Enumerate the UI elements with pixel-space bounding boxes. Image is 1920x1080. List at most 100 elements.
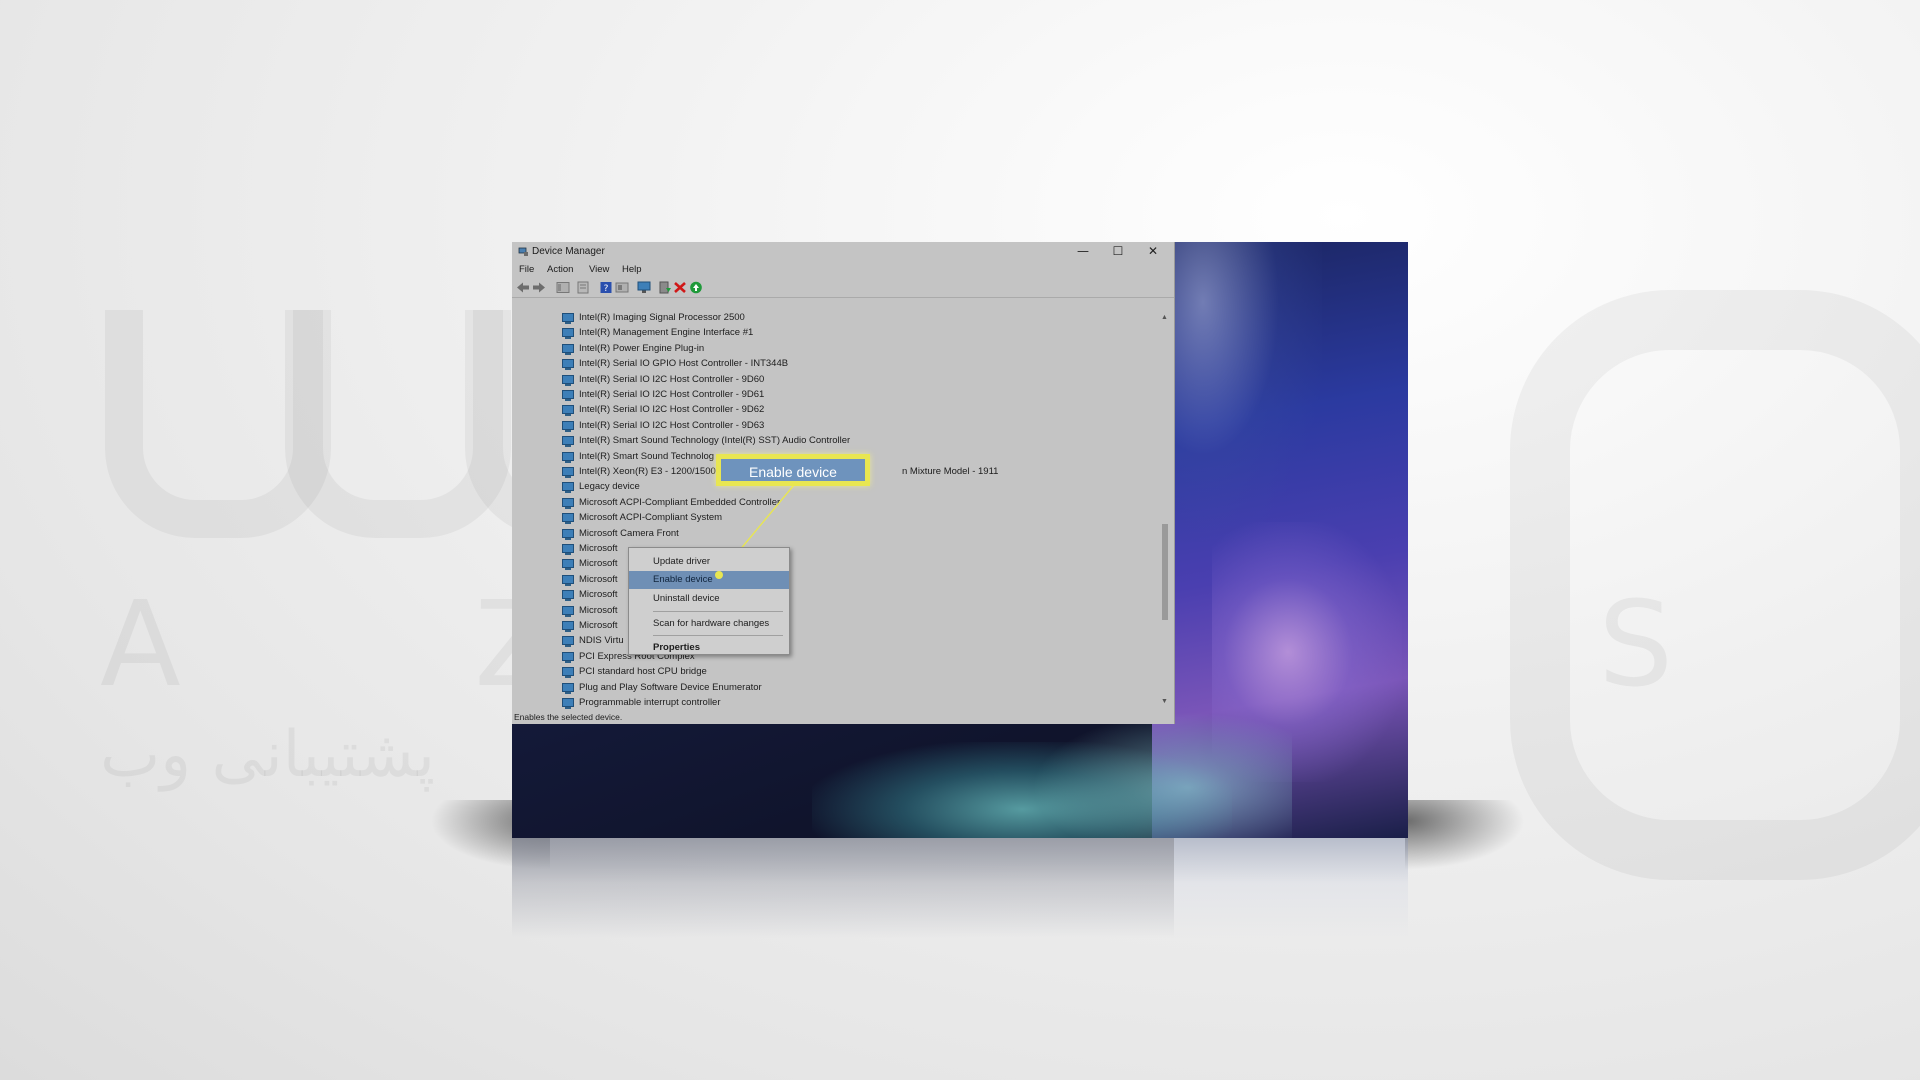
device-icon (562, 698, 574, 709)
device-icon (562, 482, 574, 494)
device-row[interactable]: Intel(R) Power Engine Plug-in (562, 342, 1156, 357)
back-arrow-icon[interactable] (516, 281, 530, 294)
device-label: Intel(R) Smart Sound Technolog (579, 450, 715, 462)
device-icon (562, 374, 574, 386)
device-row[interactable]: Intel(R) Serial IO I2C Host Controller -… (562, 373, 1156, 388)
device-icon (562, 667, 574, 679)
close-button[interactable]: ✕ (1134, 242, 1172, 262)
device-label: Microsoft (579, 604, 618, 616)
device-row[interactable]: Plug and Play Software Device Enumerator (562, 681, 1156, 696)
device-icon (562, 451, 574, 463)
enable-device-icon[interactable] (689, 281, 703, 294)
status-text: Enables the selected device. (514, 712, 623, 722)
context-menu: Update driver Enable device Uninstall de… (628, 547, 790, 655)
device-label: Microsoft ACPI-Compliant Embedded Contro… (579, 496, 781, 508)
device-row[interactable]: Microsoft ACPI-Compliant Embedded Contro… (562, 496, 1156, 511)
scroll-down-icon[interactable]: ▼ (1161, 698, 1168, 705)
device-icon (562, 497, 574, 509)
window-title: Device Manager (532, 246, 605, 257)
monitor-icon[interactable] (637, 281, 651, 294)
device-icon (562, 605, 574, 617)
device-row[interactable]: Intel(R) Serial IO GPIO Host Controller … (562, 357, 1156, 372)
svg-text:?: ? (604, 284, 609, 294)
device-label: Intel(R) Imaging Signal Processor 2500 (579, 312, 745, 323)
show-hide-icon[interactable] (615, 281, 629, 294)
status-bar: Enables the selected device. (512, 710, 1174, 724)
context-separator (653, 635, 783, 636)
device-label: Intel(R) Serial IO I2C Host Controller -… (579, 373, 765, 385)
device-row[interactable]: Intel(R) Imaging Signal Processor 2500 (562, 312, 1156, 326)
device-row[interactable]: Microsoft ACPI-Compliant System (562, 511, 1156, 526)
wallpaper-teal (1032, 712, 1292, 838)
minimize-button[interactable]: — (1064, 242, 1102, 262)
device-icon (562, 513, 574, 525)
device-row[interactable]: Intel(R) Serial IO I2C Host Controller -… (562, 419, 1156, 434)
watermark-ring (1510, 290, 1920, 880)
toolbar: ? (512, 279, 1174, 298)
window-reflection (512, 838, 1174, 938)
device-row[interactable]: Microsoft Camera Front (562, 527, 1156, 542)
context-enable-device[interactable]: Enable device (629, 571, 789, 589)
device-icon (562, 636, 574, 648)
device-row[interactable]: PCI standard host CPU bridge (562, 665, 1156, 680)
update-driver-icon[interactable] (658, 281, 672, 294)
device-row[interactable]: Intel(R) Smart Sound Technology (Intel(R… (562, 434, 1156, 449)
device-label: Intel(R) Serial IO GPIO Host Controller … (579, 358, 789, 370)
device-label: Intel(R) Xeon(R) E3 - 1200/1500 (579, 466, 716, 477)
device-label: Legacy device (579, 481, 640, 493)
context-properties[interactable]: Properties (629, 639, 789, 657)
device-label: Microsoft (579, 620, 618, 631)
forward-arrow-icon[interactable] (532, 281, 546, 294)
scroll-up-icon[interactable]: ▲ (1161, 314, 1168, 321)
watermark-subtitle: پشتیبانی وب (100, 718, 435, 792)
menu-action[interactable]: Action (547, 264, 573, 275)
device-icon (562, 467, 574, 478)
device-icon (562, 590, 574, 602)
menu-file[interactable]: File (519, 264, 534, 275)
menu-view[interactable]: View (589, 264, 609, 275)
device-icon (562, 405, 574, 417)
scroll-thumb[interactable] (1162, 524, 1168, 620)
device-icon (562, 343, 574, 355)
device-icon (562, 436, 574, 448)
device-label: Intel(R) Management Engine Interface #1 (579, 327, 754, 339)
properties-icon[interactable] (576, 281, 590, 294)
help-icon[interactable]: ? (599, 281, 613, 294)
uninstall-icon[interactable] (673, 281, 687, 294)
maximize-button[interactable]: ☐ (1099, 242, 1137, 262)
device-row[interactable]: Programmable interrupt controller (562, 696, 1156, 710)
device-label: Microsoft Camera Front (579, 527, 679, 539)
device-icon (562, 559, 574, 571)
screen-reflection (512, 838, 1408, 938)
context-update-driver[interactable]: Update driver (629, 553, 789, 571)
device-label: Microsoft (579, 589, 618, 601)
wallpaper-spray (1152, 242, 1322, 542)
device-row[interactable]: Intel(R) Serial IO I2C Host Controller -… (562, 403, 1156, 418)
device-label: Intel(R) Smart Sound Technology (Intel(R… (579, 435, 851, 447)
device-label: Intel(R) Serial IO I2C Host Controller -… (579, 404, 765, 416)
device-icon (562, 420, 574, 432)
device-icon (562, 390, 574, 401)
console-tree-icon[interactable] (556, 281, 570, 294)
device-label: Microsoft (579, 573, 618, 585)
device-row[interactable]: Intel(R) Serial IO I2C Host Controller -… (562, 388, 1156, 403)
desktop-screen: Device Manager — ☐ ✕ File Action View He… (512, 242, 1408, 838)
device-icon (562, 544, 574, 555)
title-bar[interactable]: Device Manager — ☐ ✕ (512, 242, 1174, 262)
device-icon (562, 328, 574, 340)
device-tree: Intel(R) Imaging Signal Processor 2500 In… (512, 312, 1156, 710)
context-uninstall-device[interactable]: Uninstall device (629, 590, 789, 608)
device-label-suffix: n Mixture Model - 1911 (902, 466, 999, 477)
menu-help[interactable]: Help (622, 264, 642, 275)
device-label: Intel(R) Power Engine Plug-in (579, 342, 705, 354)
device-icon (562, 359, 574, 371)
device-row[interactable]: Intel(R) Management Engine Interface #1 (562, 326, 1156, 341)
vertical-scrollbar[interactable]: ▲ ▼ (1158, 312, 1172, 710)
device-label: Microsoft (579, 543, 618, 554)
device-icon (562, 313, 574, 324)
device-icon (562, 528, 574, 540)
context-scan-hardware[interactable]: Scan for hardware changes (629, 615, 789, 633)
screen-shadow-right (1405, 800, 1525, 870)
device-label: Microsoft (579, 558, 618, 570)
device-label: Microsoft ACPI-Compliant System (579, 512, 723, 524)
